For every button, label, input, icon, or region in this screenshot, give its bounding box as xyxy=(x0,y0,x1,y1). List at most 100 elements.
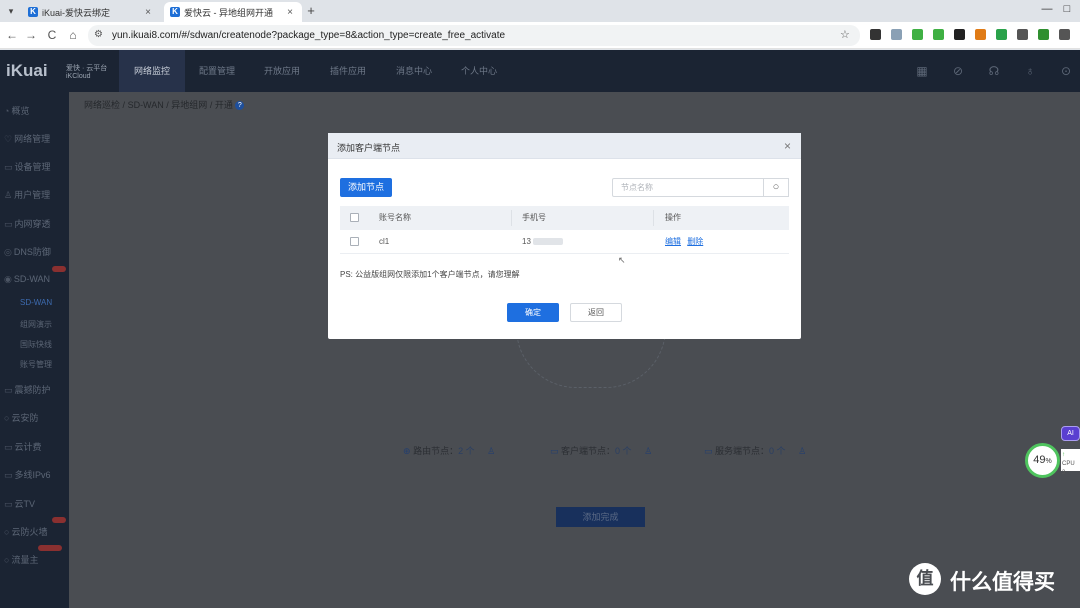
user-icon[interactable]: ♙ xyxy=(644,446,652,456)
minimize-button[interactable]: — xyxy=(1040,3,1054,15)
sidebar-subitem-demo[interactable]: 组网演示 xyxy=(20,319,52,330)
edit-link[interactable]: 编辑 xyxy=(665,237,681,246)
stat-router-nodes: ⊕ 路由节点：2 个 ♙ xyxy=(403,446,496,456)
headset-icon[interactable]: ☊ xyxy=(987,64,1001,78)
close-icon[interactable]: × xyxy=(784,139,791,153)
bookmark-star-icon[interactable]: ☆ xyxy=(840,28,850,41)
sidebar-item-network[interactable]: ♡ 网络管理 xyxy=(4,132,50,145)
router-icon: ⊕ xyxy=(403,446,411,456)
cpu-indicator: ↑ CPU 3 xyxy=(1061,449,1080,476)
sidebar-item-dns[interactable]: ◎ DNS防御 xyxy=(4,245,51,258)
modal-header: 添加客户端节点 × xyxy=(328,133,801,159)
search-icon[interactable]: ○ xyxy=(764,178,789,197)
watermark-text: 什么值得买 xyxy=(950,570,1055,594)
browser-tab-ikuai-bind[interactable]: K iKuai-爱快云绑定 × xyxy=(22,2,160,22)
modal-title: 添加客户端节点 xyxy=(337,143,401,153)
reload-button[interactable]: C xyxy=(45,28,59,42)
back-button[interactable]: 返回 xyxy=(570,303,622,322)
breadcrumb-item[interactable]: SD-WAN xyxy=(128,100,164,110)
sidebar-item-intranet[interactable]: ▭ 内网穿透 xyxy=(4,217,51,230)
breadcrumb-item[interactable]: 网络巡检 xyxy=(84,100,120,110)
sidebar-item-billing[interactable]: ▭ 云计费 xyxy=(4,440,42,453)
sidebar-item-users[interactable]: ♙ 用户管理 xyxy=(4,188,50,201)
browser-tab-sdwan-activate[interactable]: K 爱快云 - 异地组网开通 × xyxy=(164,2,302,22)
user-icon[interactable]: ♙ xyxy=(487,446,495,456)
user-icon[interactable]: ♙ xyxy=(798,446,806,456)
new-badge xyxy=(38,545,62,551)
column-header-phone: 手机号 xyxy=(522,213,546,222)
url-text[interactable]: yun.ikuai8.com/#/sdwan/createnode?packag… xyxy=(112,30,505,41)
tab-list-icon[interactable]: ▾ xyxy=(4,4,18,18)
top-nav-messages[interactable]: 消息中心 xyxy=(381,50,447,92)
sidebar-item-devices[interactable]: ▭ 设备管理 xyxy=(4,160,51,173)
ext-shop-icon[interactable] xyxy=(954,29,965,40)
sidebar-subitem-sdwan[interactable]: SD-WAN xyxy=(20,298,52,307)
info-icon[interactable]: ? xyxy=(235,101,245,111)
sidebar-item-firewall[interactable]: ○ 云防火墙 xyxy=(4,525,47,538)
top-nav-network-monitor[interactable]: 网络监控 xyxy=(119,50,185,92)
add-client-node-modal: 添加客户端节点 × 添加节点 ○ 账号名称 手机号 操作 cl1 13 编辑 删… xyxy=(328,133,801,339)
node-name-search-input[interactable] xyxy=(612,178,764,197)
dns-icon: ◎ xyxy=(4,247,12,257)
sidebar-subitem-accounts[interactable]: 账号管理 xyxy=(20,359,52,370)
back-button[interactable]: ← xyxy=(5,28,19,42)
ikuai-logo[interactable]: iKuai xyxy=(6,61,48,81)
logo-subtitle: 爱快 · 云平台 xyxy=(66,65,108,72)
close-icon[interactable]: × xyxy=(284,7,296,18)
sidebar-item-traffic[interactable]: ○ 流量主 xyxy=(4,553,38,566)
breadcrumb: 网络巡检 / SD-WAN / 异地组网 / 开通 ? xyxy=(84,98,245,111)
forward-button[interactable]: → xyxy=(24,28,38,42)
server-icon: ▭ xyxy=(704,446,713,456)
sidebar-item-overview[interactable]: ◔ 概览 xyxy=(4,104,29,117)
breadcrumb-item-current: 开通 xyxy=(214,100,233,110)
sidebar: ◔ 概览 ♡ 网络管理 ▭ 设备管理 ♙ 用户管理 ▭ 内网穿透 ◎ DNS防御 ◉ SD-W… xyxy=(0,92,69,608)
maximize-button[interactable]: □ xyxy=(1060,3,1074,15)
sidebar-subitem-intl-line[interactable]: 国际快线 xyxy=(20,339,52,350)
sidebar-item-protection[interactable]: ▭ 震撼防护 xyxy=(4,383,51,396)
site-settings-icon[interactable]: ⚙ xyxy=(94,29,103,40)
url-field[interactable]: ⚙ yun.ikuai8.com/#/sdwan/createnode?pack… xyxy=(88,25,860,46)
column-header-account: 账号名称 xyxy=(379,213,411,222)
traffic-icon: ○ xyxy=(4,555,10,565)
new-tab-button[interactable]: + xyxy=(304,3,318,18)
ext-shield-icon[interactable] xyxy=(996,29,1007,40)
confirm-button[interactable]: 确定 xyxy=(507,303,559,322)
delete-link[interactable]: 删除 xyxy=(687,237,703,246)
row-checkbox[interactable] xyxy=(350,237,359,246)
camera-icon: ○ xyxy=(4,413,10,423)
bulb-icon[interactable]: ♁ xyxy=(1023,64,1037,78)
top-nav-config[interactable]: 配置管理 xyxy=(184,50,250,92)
cell-account-name: cl1 xyxy=(379,237,390,246)
select-all-checkbox[interactable] xyxy=(350,213,359,222)
ext-cookie-icon[interactable] xyxy=(975,29,986,40)
ext-download-icon[interactable] xyxy=(1038,29,1049,40)
ext-menu-icon[interactable] xyxy=(1059,29,1070,40)
top-nav-open-apps[interactable]: 开放应用 xyxy=(249,50,315,92)
settings-icon[interactable]: ⊙ xyxy=(1059,64,1073,78)
ai-assistant-button[interactable]: AI xyxy=(1061,426,1080,441)
finish-add-button[interactable]: 添加完成 xyxy=(556,507,645,527)
column-header-actions: 操作 xyxy=(665,213,681,222)
ext-cursor-icon[interactable] xyxy=(891,29,902,40)
sidebar-item-sdwan[interactable]: ◉ SD-WAN xyxy=(4,274,50,285)
redacted-phone xyxy=(532,238,563,246)
breadcrumb-item[interactable]: 异地组网 xyxy=(171,100,207,110)
link-icon[interactable]: ⊘ xyxy=(951,64,965,78)
sidebar-item-cloud-security[interactable]: ○ 云安防 xyxy=(4,411,38,424)
sidebar-item-cloud-tv[interactable]: ▭ 云TV xyxy=(4,497,35,510)
top-nav-profile[interactable]: 个人中心 xyxy=(446,50,512,92)
ext-note-icon[interactable] xyxy=(870,29,881,40)
ext-android-icon[interactable] xyxy=(933,29,944,40)
memory-gauge[interactable]: 49% xyxy=(1025,443,1060,478)
grid-icon[interactable]: ▦ xyxy=(915,64,929,78)
table-row: cl1 13 编辑 删除 xyxy=(340,230,789,254)
sidebar-item-ipv6[interactable]: ▭ 多线IPv6 xyxy=(4,468,51,481)
add-node-button[interactable]: 添加节点 xyxy=(340,178,392,197)
ext-sidebar-icon[interactable] xyxy=(1017,29,1028,40)
home-button[interactable]: ⌂ xyxy=(66,28,80,42)
sdwan-icon: ◉ xyxy=(4,274,12,284)
ext-bug-icon[interactable] xyxy=(912,29,923,40)
top-nav-plugins[interactable]: 插件应用 xyxy=(315,50,381,92)
close-icon[interactable]: × xyxy=(142,7,154,18)
tab-title: iKuai-爱快云绑定 xyxy=(42,7,111,18)
